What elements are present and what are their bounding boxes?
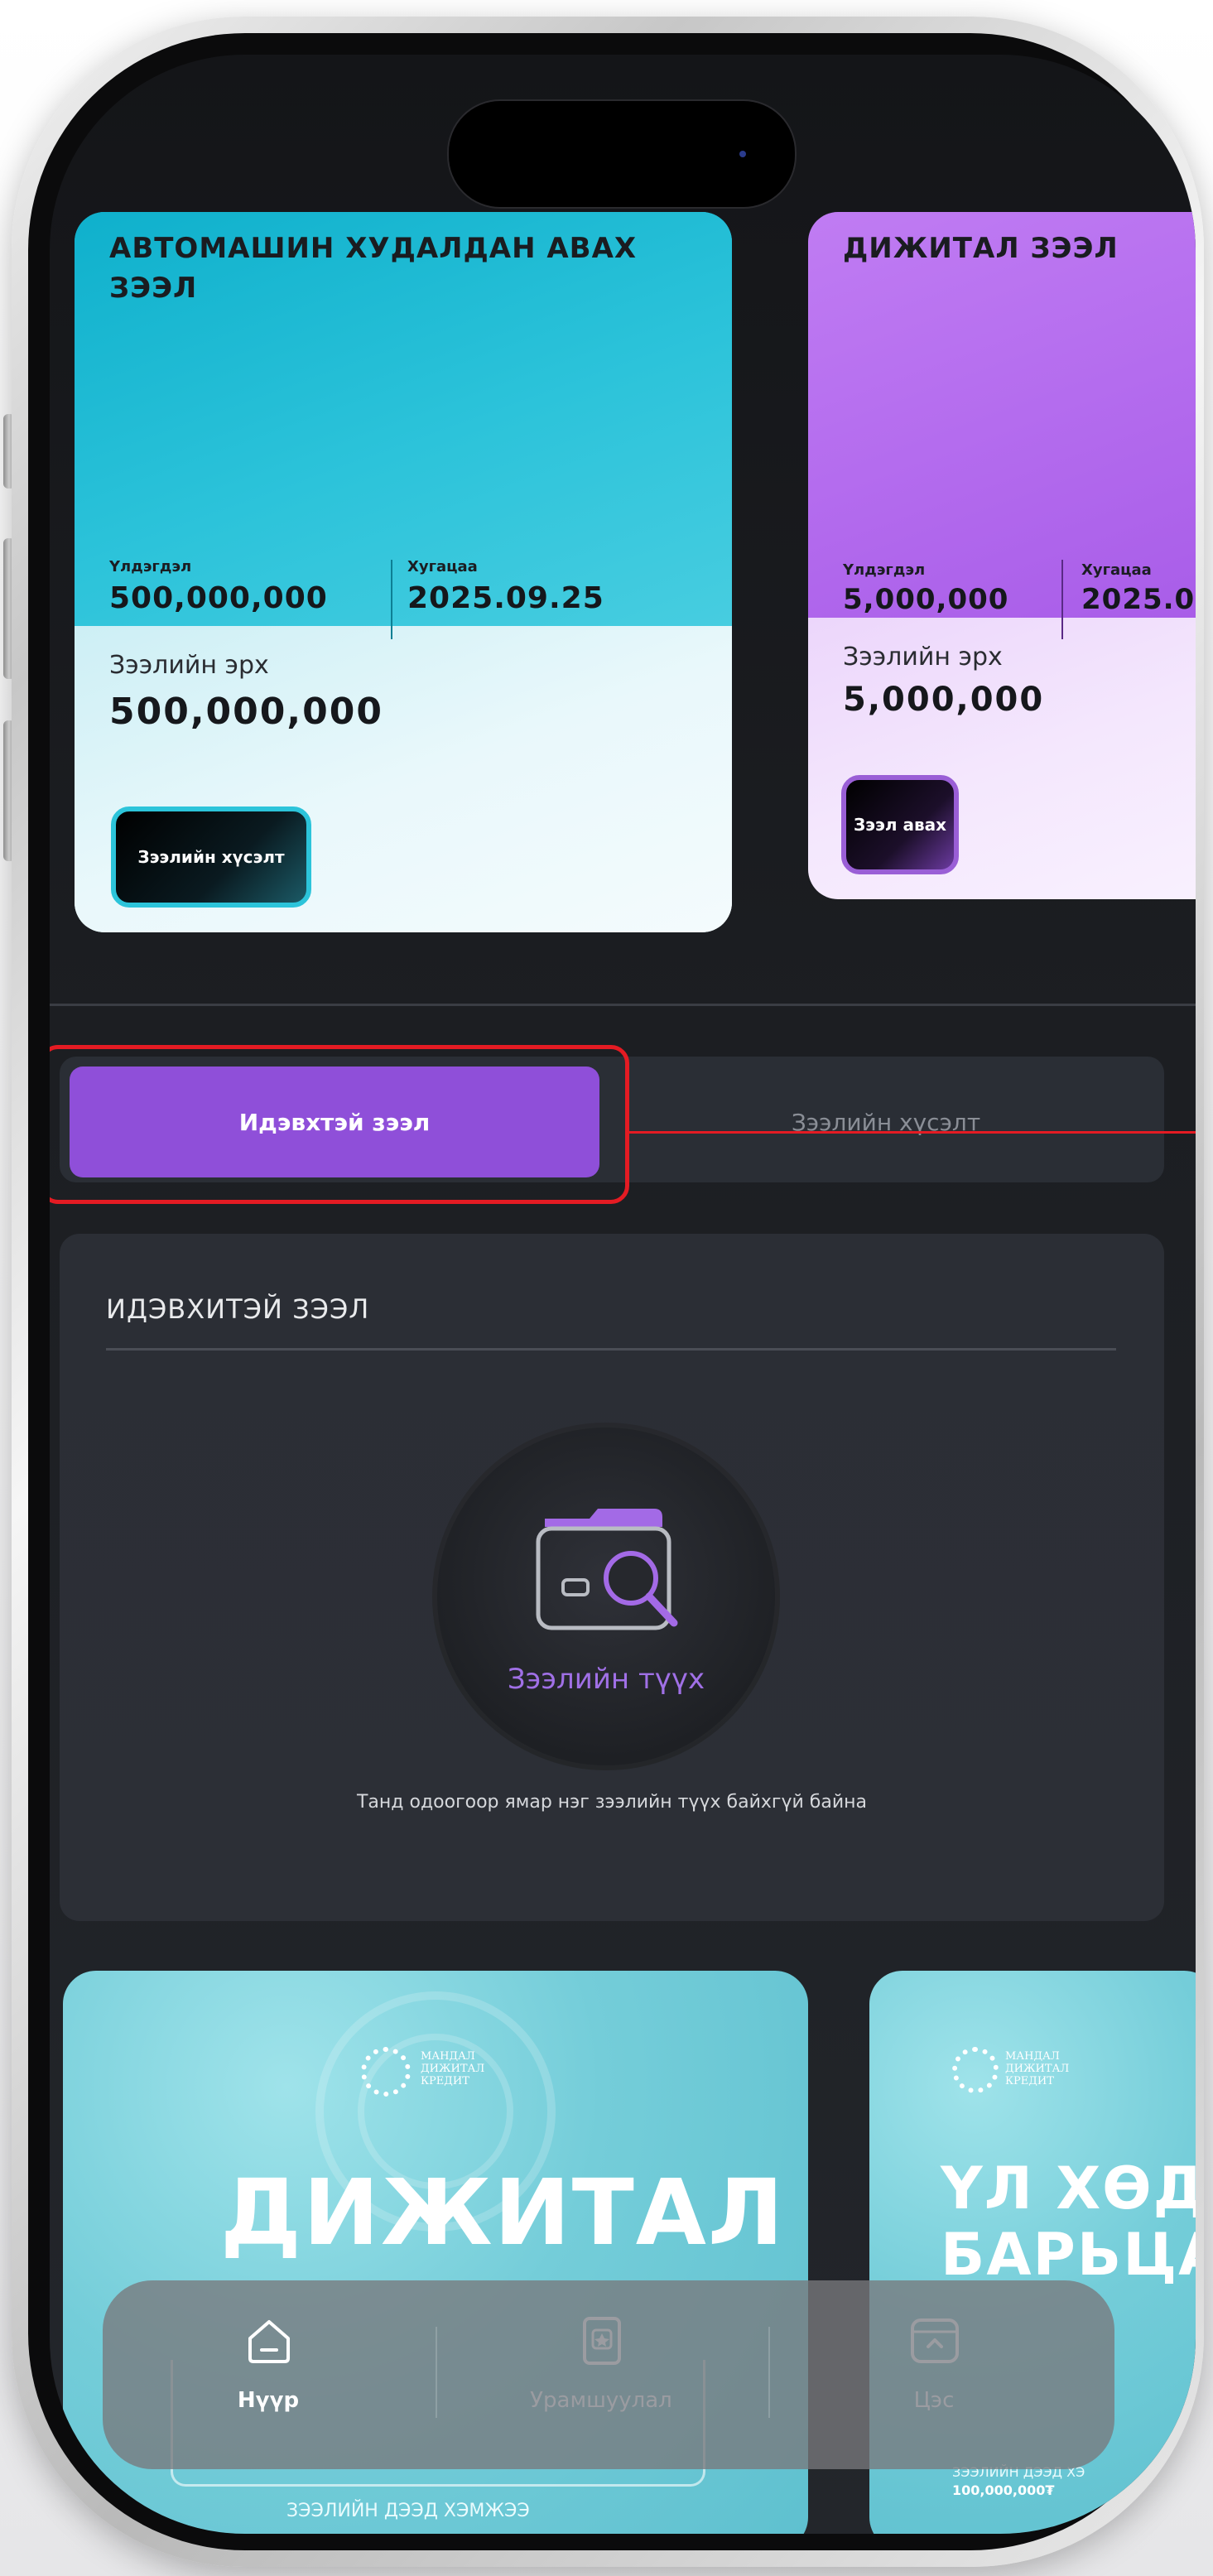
- empty-state-label: Зээлийн түүх: [507, 1663, 705, 1696]
- tab-loan-requests[interactable]: Зээлийн хүсэлт: [629, 1067, 1143, 1177]
- loan-request-button[interactable]: Зээлийн хүсэлт: [111, 807, 311, 908]
- nav-divider: [768, 2327, 770, 2418]
- nav-item-home[interactable]: Нүүр: [152, 2314, 384, 2446]
- nav-item-promotions[interactable]: Урамшуулал: [485, 2314, 717, 2446]
- promo-bottom-text: ЗЭЭЛИЙН ДЭЭД ХЭМЖЭЭ: [286, 2501, 530, 2521]
- loan-card-auto[interactable]: АВТОМАШИН ХУДАЛДАН АВАХ ЗЭЭЛ Үлдэгдэл 50…: [75, 212, 732, 932]
- limit-value: 5,000,000: [843, 681, 1045, 719]
- highlight-annotation: [50, 1045, 629, 1204]
- empty-state-circle: Зээлийн түүх: [432, 1423, 780, 1770]
- folder-search-icon: [536, 1509, 678, 1630]
- logo-emblem-icon: [361, 2047, 411, 2097]
- term-value: 2025.09.25: [407, 581, 604, 615]
- get-loan-button[interactable]: Зээл авах: [841, 775, 959, 874]
- panel-title: ИДЭВХИТЭЙ ЗЭЭЛ: [106, 1293, 370, 1325]
- limit-label: Зээлийн эрх: [109, 651, 269, 680]
- logo-text: МАНДАЛ ДИЖИТАЛ КРЕДИТ: [1005, 2050, 1070, 2087]
- balance-label: Үлдэгдэл: [109, 558, 192, 575]
- nav-divider: [436, 2327, 437, 2418]
- card-title: АВТОМАШИН ХУДАЛДАН АВАХ ЗЭЭЛ: [109, 232, 638, 305]
- loan-request-button-label: Зээлийн хүсэлт: [137, 847, 285, 867]
- balance-value: 500,000,000: [109, 581, 328, 615]
- menu-card-icon: [911, 2318, 959, 2363]
- term-label: Хугацаа: [407, 558, 478, 575]
- term-label: Хугацаа: [1081, 561, 1152, 579]
- bottom-navigation: Нүүр Урамшуулал Цэс: [103, 2280, 1114, 2469]
- limit-label: Зээлийн эрх: [843, 643, 1003, 672]
- get-loan-button-label: Зээл авах: [853, 815, 947, 835]
- gift-card-icon: [583, 2317, 621, 2365]
- section-divider: [50, 1004, 1196, 1006]
- card-top-area: [808, 212, 1196, 618]
- promo-headline-line2: БАРЬЦА: [941, 2221, 1196, 2289]
- balance-value: 5,000,000: [843, 583, 1009, 616]
- nav-label-home: Нүүр: [237, 2388, 300, 2413]
- promo-headline: ДИЖИТАЛ: [220, 2160, 786, 2265]
- panel-title-underline: [106, 1348, 1116, 1351]
- active-loans-panel: ИДЭВХИТЭЙ ЗЭЭЛ Зээлийн түүх Танд одоогоо…: [60, 1234, 1164, 1921]
- limit-value: 500,000,000: [109, 691, 383, 733]
- phone-screen: АВТОМАШИН ХУДАЛДАН АВАХ ЗЭЭЛ Үлдэгдэл 50…: [50, 55, 1196, 2534]
- meta-divider: [1061, 560, 1063, 639]
- loan-card-digital[interactable]: ДИЖИТАЛ ЗЭЭЛ Үлдэгдэл 5,000,000 Хугацаа …: [808, 212, 1196, 899]
- balance-label: Үлдэгдэл: [843, 561, 926, 579]
- home-icon: [248, 2320, 290, 2363]
- meta-divider: [391, 560, 392, 639]
- empty-state-message: Танд одоогоор ямар нэг зээлийн түүх байх…: [356, 1792, 867, 1813]
- logo-text: МАНДАЛ ДИЖИТАЛ КРЕДИТ: [421, 2050, 485, 2087]
- nav-item-menu[interactable]: Цэс: [818, 2314, 1050, 2446]
- nav-label-promotions: Урамшуулал: [530, 2388, 672, 2413]
- promo-bottom-amount: 100,000,000₮: [952, 2482, 1055, 2498]
- term-value: 2025.09.2: [1081, 583, 1196, 616]
- annotation-pointer-line: [629, 1131, 1196, 1134]
- card-title: ДИЖИТАЛ ЗЭЭЛ: [843, 232, 1119, 265]
- promo-headline-line1: ҮЛ ХӨДЛ: [941, 2155, 1196, 2222]
- camera-dot: [739, 151, 746, 157]
- nav-label-menu: Цэс: [913, 2388, 955, 2413]
- logo-emblem-icon: [952, 2047, 999, 2093]
